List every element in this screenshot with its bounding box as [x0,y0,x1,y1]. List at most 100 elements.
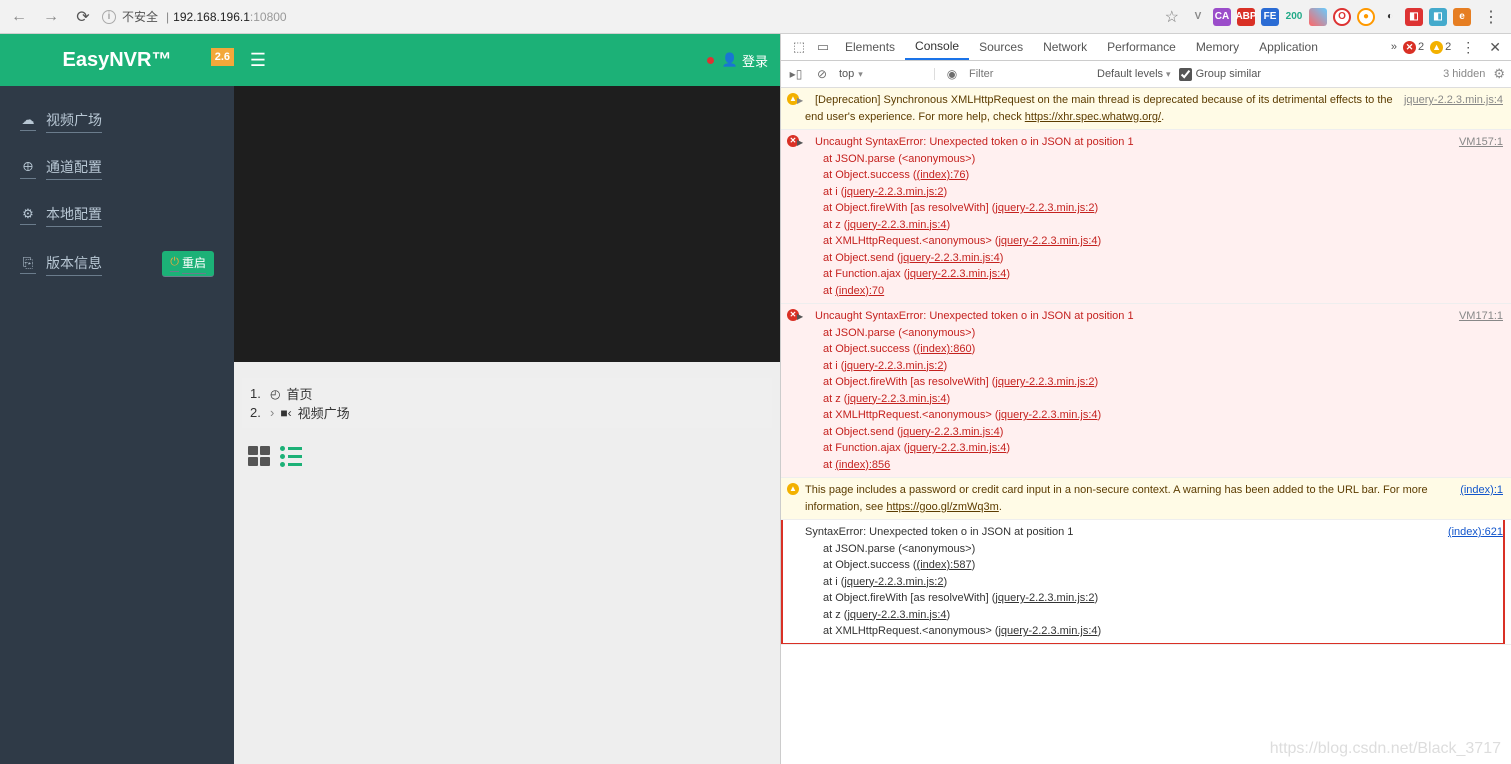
sidebar-item-video-plaza[interactable]: ☁ 视频广场 [0,98,234,145]
tab-elements[interactable]: Elements [835,34,905,60]
breadcrumb-row-1[interactable]: 1. ◴ 首页 [250,384,764,403]
ext-ca-icon[interactable]: CA [1213,8,1231,26]
console-toolbar: ▸▯ ⊘ top ◉ Default levels Group similar … [781,61,1511,88]
address-separator: | [166,10,169,24]
ext-o2-icon[interactable]: ● [1357,8,1375,26]
devtools-tabs: ⬚ ▭ Elements Console Sources Network Per… [781,34,1511,61]
message-source[interactable]: (index):1 [1460,482,1503,499]
list-view-button[interactable] [280,446,306,468]
ext-panda-icon[interactable]: ◐ [1381,8,1399,26]
forward-button[interactable]: → [38,4,64,30]
breadcrumb-row-2[interactable]: 2. › ■‹ 视频广场 [250,403,764,422]
tab-network[interactable]: Network [1033,34,1097,60]
ext-200-icon[interactable]: 200 [1285,8,1303,26]
tab-performance[interactable]: Performance [1097,34,1186,60]
devtools-close-icon[interactable]: ✕ [1485,39,1505,56]
ext-red-icon[interactable]: ◧ [1405,8,1423,26]
dashboard-icon: ◴ [270,387,280,401]
tab-application[interactable]: Application [1249,34,1328,60]
more-tabs-icon[interactable]: » [1391,41,1397,53]
grid-view-button[interactable] [248,446,274,468]
console-error[interactable]: ✕ ▶ VM157:1 Uncaught SyntaxError: Unexpe… [781,130,1511,304]
sidebar-item-channel-config[interactable]: 𐀏 通道配置 [0,145,234,192]
console-warning[interactable]: ▲ ▶ jquery-2.2.3.min.js:4 [Deprecation] … [781,88,1511,130]
devtools-panel: ⬚ ▭ Elements Console Sources Network Per… [780,34,1511,764]
bc-label: 视频广场 [298,403,350,422]
ext-o1-icon[interactable]: O [1333,8,1351,26]
tab-console[interactable]: Console [905,34,969,60]
error-count-badge[interactable]: ✕2 [1403,41,1424,54]
chevron-right-icon: › [270,405,274,420]
sidebar: ☁ 视频广场 𐀏 通道配置 ⚙ 本地配置 ⎘ 版本信息 ⏻ 重启 [0,86,234,764]
bc-label: 首页 [286,384,312,403]
ext-orange-icon[interactable]: e [1453,8,1471,26]
inspect-icon[interactable]: ⬚ [787,39,811,55]
breadcrumb-panel: 1. ◴ 首页 2. › ■‹ 视频广场 [242,378,772,428]
console-body: ▲ ▶ jquery-2.2.3.min.js:4 [Deprecation] … [781,88,1511,764]
message-source[interactable]: VM157:1 [1459,134,1503,151]
message-source[interactable]: VM171:1 [1459,308,1503,325]
view-toggle-group [234,436,780,478]
warning-count-badge[interactable]: ▲2 [1430,41,1451,54]
link[interactable]: https://goo.gl/zmWq3m [886,501,999,513]
message-source[interactable]: jquery-2.2.3.min.js:4 [1404,92,1503,109]
bc-num: 1. [250,386,264,401]
device-toggle-icon[interactable]: ▭ [811,39,835,55]
filter-input[interactable] [969,68,1089,80]
expand-icon[interactable]: ▶ [797,311,803,323]
group-similar-checkbox[interactable]: Group similar [1179,68,1261,81]
user-icon: 👤 [722,52,738,68]
hidden-count[interactable]: 3 hidden [1443,68,1485,80]
console-log[interactable]: (index):621 SyntaxError: Unexpected toke… [781,520,1511,645]
message-source[interactable]: (index):621 [1448,524,1503,541]
eye-icon[interactable]: ◉ [943,67,961,81]
address-bar[interactable]: i 不安全 | 192.168.196.1:10800 [102,8,1152,25]
app-logo[interactable]: EasyNVR™ 2.6 [0,34,234,86]
app-header: EasyNVR™ 2.6 ☰ 👤 登录 [0,34,780,86]
url-host: 192.168.196.1 [173,10,250,24]
console-error[interactable]: ✕ ▶ VM171:1 Uncaught SyntaxError: Unexpe… [781,304,1511,478]
reload-button[interactable]: ⟳ [70,4,96,30]
sidebar-label: 视频广场 [46,110,102,133]
restart-button[interactable]: ⏻ 重启 [162,251,214,277]
browser-toolbar: ← → ⟳ i 不安全 | 192.168.196.1:10800 ☆ V CA… [0,0,1511,34]
expand-icon[interactable]: ▶ [797,137,803,149]
record-dot-icon [707,57,714,64]
tab-memory[interactable]: Memory [1186,34,1249,60]
console-warning[interactable]: ▲ (index):1 This page includes a passwor… [781,478,1511,520]
expand-icon[interactable]: ▶ [797,95,803,107]
browser-menu-icon[interactable]: ⋮ [1477,7,1505,27]
ext-fe-icon[interactable]: FE [1261,8,1279,26]
link[interactable]: https://xhr.spec.whatwg.org/ [1025,111,1161,123]
ext-color-icon[interactable] [1309,8,1327,26]
hamburger-icon[interactable]: ☰ [234,50,282,71]
camera-icon: ■‹ [280,406,291,420]
back-button[interactable]: ← [6,4,32,30]
bookmark-star-icon[interactable]: ☆ [1165,7,1179,27]
login-label: 登录 [742,51,768,70]
copy-icon: ⎘ [20,255,36,274]
login-link[interactable]: 👤 登录 [707,51,768,70]
clear-console-icon[interactable]: ⊘ [813,67,831,81]
power-icon: ⏻ [170,256,179,272]
ext-abp-icon[interactable]: ABP [1237,8,1255,26]
version-badge: 2.6 [211,48,234,66]
gear-icon[interactable]: ⚙ [1493,66,1505,82]
tab-sources[interactable]: Sources [969,34,1033,60]
sidebar-label: 本地配置 [46,204,102,227]
content-area: 1. ◴ 首页 2. › ■‹ 视频广场 [234,86,780,764]
devtools-menu-icon[interactable]: ⋮ [1457,39,1479,56]
ext-v-icon[interactable]: V [1189,8,1207,26]
bc-num: 2. [250,405,264,420]
url-port: :10800 [250,10,287,24]
restart-label: 重启 [182,254,206,274]
warning-icon: ▲ [787,483,799,495]
gears-icon: ⚙ [20,206,36,225]
context-selector[interactable]: top [839,68,935,80]
sidebar-item-version-info[interactable]: ⎘ 版本信息 ⏻ 重启 [0,239,234,289]
ext-teal-icon[interactable]: ◧ [1429,8,1447,26]
levels-selector[interactable]: Default levels [1097,68,1171,80]
sidebar-toggle-icon[interactable]: ▸▯ [787,67,805,81]
sidebar-item-local-config[interactable]: ⚙ 本地配置 [0,192,234,239]
road-icon: 𐀏 [20,158,36,179]
